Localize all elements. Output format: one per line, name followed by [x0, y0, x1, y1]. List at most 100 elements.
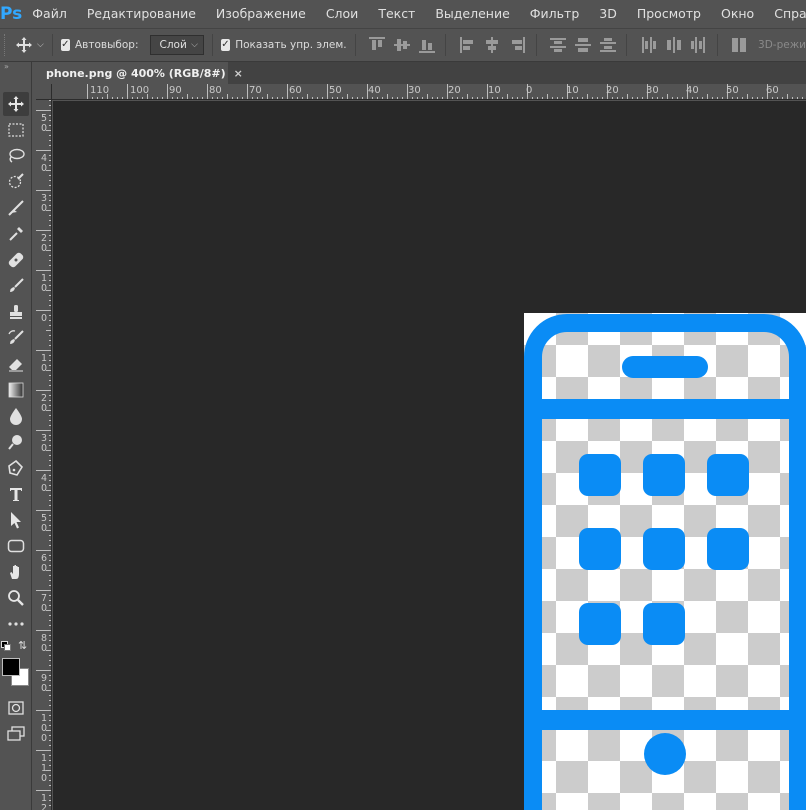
ruler-left-label: 0: [40, 313, 48, 324]
move-icon[interactable]: [3, 92, 29, 116]
ruler-top-label: 30: [646, 85, 659, 96]
app-tile: [643, 528, 685, 570]
default-colors-icon[interactable]: [1, 641, 11, 651]
menu-help[interactable]: Справка: [764, 0, 806, 28]
ruler-top-label: 60: [289, 85, 302, 96]
distribute-vcenter-icon[interactable]: [574, 37, 591, 53]
app-tile: [643, 454, 685, 496]
show-transform-checkbox[interactable]: ✓: [220, 39, 231, 51]
app-tile: [707, 528, 749, 570]
app-grid: [579, 454, 749, 645]
chevron-down-icon[interactable]: ⌵: [37, 40, 44, 50]
ruler-left-label: 40: [40, 153, 48, 174]
app-tile: [643, 603, 685, 645]
close-icon[interactable]: ×: [234, 67, 243, 80]
distribute-top-icon[interactable]: [550, 37, 567, 53]
swap-colors-icon[interactable]: ⇅: [18, 640, 27, 651]
menu-3d[interactable]: 3D: [589, 0, 627, 28]
toolbox-grip[interactable]: »: [4, 63, 28, 71]
document-tab-title: phone.png @ 400% (RGB/8#): [46, 66, 226, 80]
auto-align-icon[interactable]: [731, 37, 747, 53]
zoom-icon[interactable]: [3, 586, 29, 610]
ruler-left-label: 80: [40, 633, 48, 654]
ruler-top-label: 0: [526, 85, 533, 96]
phone-icon: [524, 314, 806, 810]
app-tile: [579, 528, 621, 570]
crop-icon[interactable]: [3, 196, 29, 220]
distribute-right-icon[interactable]: [690, 37, 706, 53]
align-right-icon[interactable]: [509, 37, 526, 53]
distribute-left-icon[interactable]: [641, 37, 656, 53]
menu-window[interactable]: Окно: [711, 0, 764, 28]
canvas-area[interactable]: [53, 101, 806, 810]
ruler-corner[interactable]: [36, 84, 52, 100]
menu-select[interactable]: Выделение: [425, 0, 519, 28]
ruler-top-label: 50: [329, 85, 342, 96]
ruler-top-label: 40: [368, 85, 381, 96]
move-tool-preset-icon[interactable]: [15, 34, 33, 56]
align-bottom-icon[interactable]: [418, 37, 435, 53]
app-tile: [579, 454, 621, 496]
divider: [445, 34, 446, 56]
blur-icon[interactable]: [3, 404, 29, 428]
divider: [212, 34, 213, 56]
type-icon[interactable]: [3, 482, 29, 506]
quick-mask-icon[interactable]: [3, 696, 29, 720]
ruler-top-label: 100: [130, 85, 150, 96]
path-select-icon[interactable]: [3, 508, 29, 532]
autoselect-dropdown[interactable]: Слой ⌵: [150, 35, 204, 55]
menu-layer[interactable]: Слои: [316, 0, 369, 28]
ruler-top-label: 30: [408, 85, 421, 96]
ruler-left-label: 30: [40, 193, 48, 214]
lasso-icon[interactable]: [3, 144, 29, 168]
screen-mode-icon[interactable]: [3, 722, 29, 746]
distribute-hcenter-icon[interactable]: [666, 37, 681, 53]
ruler-top-label: 90: [169, 85, 182, 96]
distribute-bottom-icon[interactable]: [599, 37, 616, 53]
stamp-icon[interactable]: [3, 300, 29, 324]
brush-icon[interactable]: [3, 274, 29, 298]
dodge-icon[interactable]: [3, 430, 29, 454]
menu-type[interactable]: Текст: [368, 0, 425, 28]
hand-icon[interactable]: [3, 560, 29, 584]
image-document[interactable]: [524, 313, 806, 810]
menu-edit[interactable]: Редактирование: [77, 0, 206, 28]
menu-bar: Ps Файл Редактирование Изображение Слои …: [0, 0, 806, 28]
align-top-icon[interactable]: [369, 37, 386, 53]
eraser-icon[interactable]: [3, 352, 29, 376]
marquee-icon[interactable]: [3, 118, 29, 142]
ruler-left[interactable]: 50 40 30 20 10 0 10 20 30 40 50 60 70 80…: [36, 100, 52, 810]
gradient-icon[interactable]: [3, 378, 29, 402]
menu-filter[interactable]: Фильтр: [520, 0, 589, 28]
quick-select-icon[interactable]: [3, 170, 29, 194]
shape-icon[interactable]: [3, 534, 29, 558]
toolbox: » ⇅: [0, 62, 32, 810]
app-tile: [579, 603, 621, 645]
menu-file[interactable]: Файл: [22, 0, 77, 28]
menu-view[interactable]: Просмотр: [627, 0, 711, 28]
more-icon[interactable]: [3, 612, 29, 636]
menu-image[interactable]: Изображение: [206, 0, 316, 28]
pen-icon[interactable]: [3, 456, 29, 480]
eyedropper-icon[interactable]: [3, 222, 29, 246]
healing-icon[interactable]: [3, 248, 29, 272]
history-brush-icon[interactable]: [3, 326, 29, 350]
phone-home-button: [644, 733, 686, 775]
align-vcenter-icon[interactable]: [393, 37, 410, 53]
autoselect-checkbox[interactable]: ✓: [60, 39, 70, 51]
ruler-left-label: 100: [40, 713, 48, 744]
foreground-color-swatch[interactable]: [2, 658, 20, 676]
app-logo[interactable]: Ps: [0, 0, 22, 28]
options-grip[interactable]: [4, 34, 9, 56]
align-left-icon[interactable]: [459, 37, 473, 53]
show-transform-label: Показать упр. элем.: [235, 39, 347, 51]
document-tab[interactable]: phone.png @ 400% (RGB/8#) ×: [36, 62, 243, 84]
ruler-left-label: 10: [40, 273, 48, 294]
ruler-left-label: 20: [40, 233, 48, 254]
align-hcenter-icon[interactable]: [484, 37, 499, 53]
ruler-left-label: 30: [40, 433, 48, 454]
ruler-top-label: 80: [209, 85, 222, 96]
ruler-top[interactable]: 110 100 90 80 70 60 50 40 30 20 10 0 10 …: [52, 84, 806, 100]
autoselect-value: Слой: [159, 39, 187, 51]
ruler-left-label: 60: [40, 553, 48, 574]
